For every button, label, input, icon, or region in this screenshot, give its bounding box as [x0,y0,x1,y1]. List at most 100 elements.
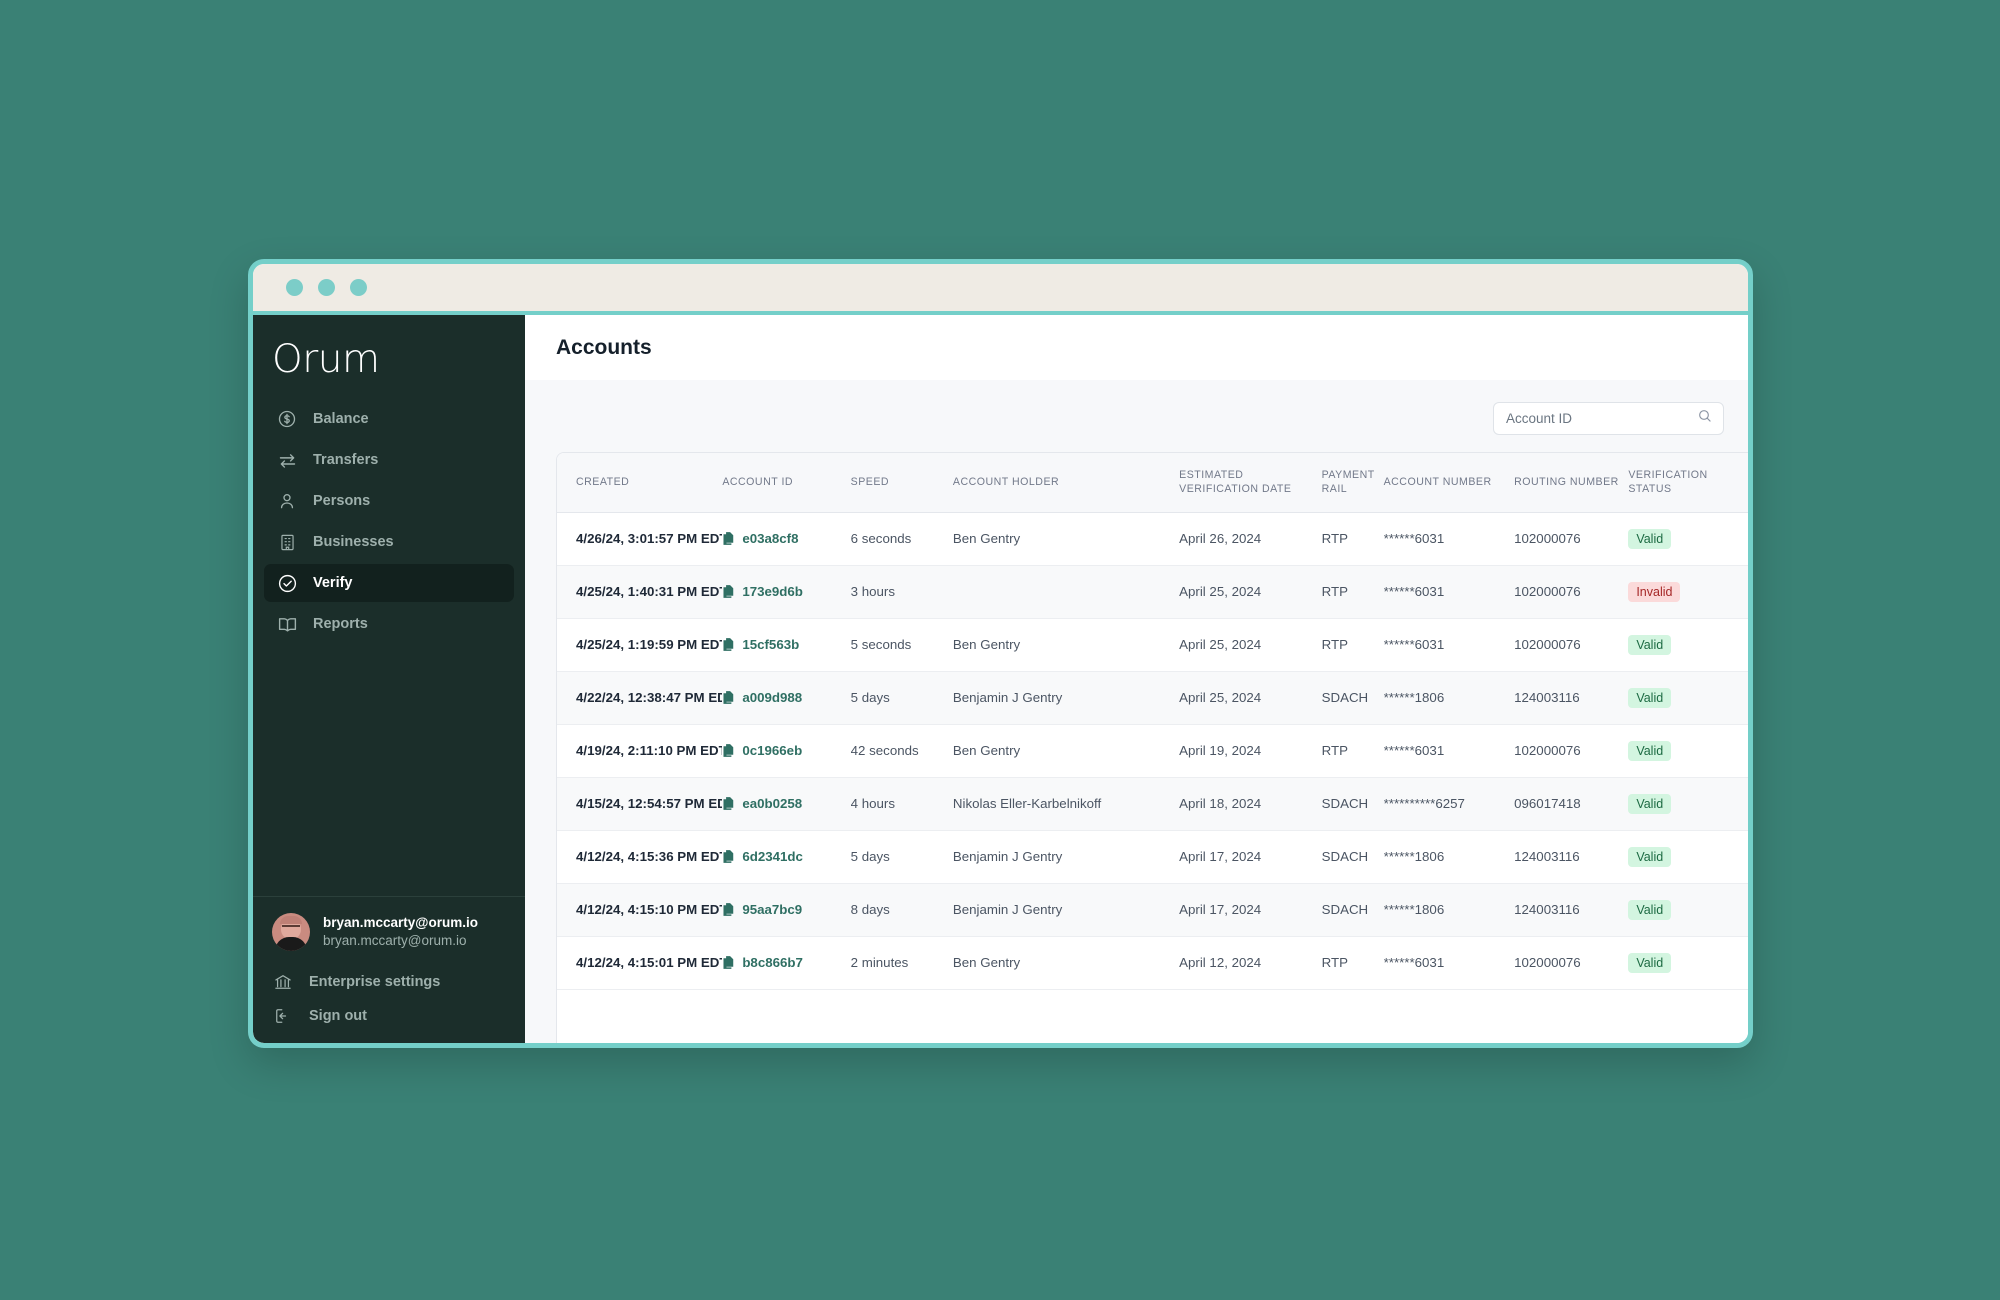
profile-summary[interactable]: bryan.mccarty@orum.io bryan.mccarty@orum… [272,913,509,951]
cell-speed: 6 seconds [850,512,953,566]
sidebar-item-persons[interactable]: Persons [264,482,514,520]
copy-icon[interactable] [722,531,735,546]
window-titlebar [253,264,1748,315]
sidebar-item-verify[interactable]: Verify [264,564,514,602]
column-header-account-id[interactable]: ACCOUNT ID [722,453,851,513]
cell-est-date: April 25, 2024 [1179,671,1322,725]
cell-speed: 5 seconds [850,618,953,672]
cell-est-date: April 18, 2024 [1179,777,1322,831]
avatar [272,913,310,951]
table-row[interactable]: 4/15/24, 12:54:57 PM EDT ea0b0258 4 hours N… [557,777,1748,831]
column-header-account-number[interactable]: ACCOUNT NUMBER [1383,453,1515,513]
column-header-created[interactable]: CREATED [557,453,723,513]
table-row[interactable]: 4/12/24, 4:15:10 PM EDT 95aa7bc9 8 days Ben… [557,883,1748,937]
column-header-routing-number[interactable]: ROUTING NUMBER [1514,453,1629,513]
copy-icon[interactable] [722,584,735,599]
cell-speed: 5 days [850,671,953,725]
sidebar-item-reports[interactable]: Reports [264,605,514,643]
cell-created: 4/12/24, 4:15:36 PM EDT [557,830,723,884]
cell-speed: 3 hours [850,565,953,619]
sign-out-button[interactable]: Sign out [272,999,509,1033]
cell-rail: SDACH [1321,777,1384,831]
account-id-link[interactable]: 0c1966eb [742,743,802,758]
column-header-payment-rail[interactable]: PAYMENT RAIL [1321,453,1384,513]
search-box[interactable] [1493,402,1724,435]
table-row[interactable]: 4/12/24, 4:15:36 PM EDT 6d2341dc 5 days Ben… [557,830,1748,884]
book-icon [276,613,298,635]
account-id-link[interactable]: b8c866b7 [742,955,803,970]
cell-holder: Ben Gentry [952,724,1180,778]
account-id-link[interactable]: a009d988 [742,690,802,705]
cell-status: Valid [1628,512,1748,566]
table-row[interactable]: 4/12/24, 4:15:01 PM EDT b8c866b7 2 minutes… [557,936,1748,990]
sidebar-item-businesses[interactable]: Businesses [264,523,514,561]
cell-created: 4/25/24, 1:40:31 PM EDT [557,565,723,619]
cell-created: 4/12/24, 4:15:10 PM EDT [557,883,723,937]
account-id-link[interactable]: 95aa7bc9 [742,902,802,917]
copy-icon[interactable] [722,902,735,917]
account-id-link[interactable]: 173e9d6b [742,584,803,599]
account-id-link[interactable]: 6d2341dc [742,849,803,864]
table-header-row: CREATED ACCOUNT ID SPEED ACCOUNT HOLDER … [557,453,1748,513]
cell-status: Valid [1628,671,1748,725]
cell-holder: Ben Gentry [952,936,1180,990]
sidebar: Orum Balance Transfers Persons Businesse… [253,315,525,1043]
column-header-speed[interactable]: SPEED [850,453,953,513]
table-toolbar [525,380,1748,452]
cell-status: Valid [1628,830,1748,884]
sidebar-item-balance[interactable]: Balance [264,400,514,438]
maximize-dot[interactable] [350,279,367,296]
minimize-dot[interactable] [318,279,335,296]
cell-status: Valid [1628,883,1748,937]
table-row[interactable]: 4/26/24, 3:01:57 PM EDT e03a8cf8 6 seconds… [557,512,1748,566]
cell-est-date: April 17, 2024 [1179,883,1322,937]
cell-rail: RTP [1321,618,1384,672]
enterprise-settings-button[interactable]: Enterprise settings [272,965,509,999]
cell-rail: RTP [1321,565,1384,619]
copy-icon[interactable] [722,849,735,864]
copy-icon[interactable] [722,637,735,652]
copy-icon[interactable] [722,796,735,811]
cell-rail: RTP [1321,724,1384,778]
cell-account-number: ******6031 [1383,724,1515,778]
column-header-estimated-verification-date[interactable]: ESTIMATED VERIFICATION DATE [1179,453,1322,513]
account-id-link[interactable]: e03a8cf8 [742,531,798,546]
table-row[interactable]: 4/19/24, 2:11:10 PM EDT 0c1966eb 42 second… [557,724,1748,778]
search-icon[interactable] [1697,408,1713,429]
cell-rail: SDACH [1321,830,1384,884]
cell-holder: Ben Gentry [952,512,1180,566]
cell-holder: Benjamin J Gentry [952,671,1180,725]
table-row[interactable]: 4/25/24, 1:19:59 PM EDT 15cf563b 5 seconds… [557,618,1748,672]
table-body: 4/26/24, 3:01:57 PM EDT e03a8cf8 6 seconds… [557,512,1748,990]
cell-rail: SDACH [1321,883,1384,937]
table-row[interactable]: 4/25/24, 1:40:31 PM EDT 173e9d6b 3 hours Ap… [557,565,1748,619]
page-header: Accounts [525,315,1748,380]
copy-icon[interactable] [722,955,735,970]
sidebar-item-label: Balance [313,411,369,427]
copy-icon[interactable] [722,690,735,705]
cell-status: Valid [1628,936,1748,990]
account-id-link[interactable]: 15cf563b [742,637,799,652]
close-dot[interactable] [286,279,303,296]
sidebar-item-label: Persons [313,493,371,509]
search-input[interactable] [1506,411,1697,426]
column-header-verification-status[interactable]: VERIFICATION STATUS [1628,453,1748,513]
copy-icon[interactable] [722,743,735,758]
cell-routing-number: 124003116 [1514,671,1629,725]
cell-speed: 8 days [850,883,953,937]
dollar-circle-icon [276,408,298,430]
sidebar-item-transfers[interactable]: Transfers [264,441,514,479]
accounts-table-container: CREATED ACCOUNT ID SPEED ACCOUNT HOLDER … [556,452,1748,1043]
sidebar-item-label: Transfers [313,452,379,468]
cell-account-id: 173e9d6b [722,565,851,619]
cell-account-number: ******6031 [1383,565,1515,619]
cell-speed: 42 seconds [850,724,953,778]
account-id-link[interactable]: ea0b0258 [742,796,802,811]
cell-routing-number: 102000076 [1514,512,1629,566]
cell-rail: RTP [1321,936,1384,990]
table-row[interactable]: 4/22/24, 12:38:47 PM EDT a009d988 5 days Be… [557,671,1748,725]
cell-speed: 2 minutes [850,936,953,990]
brand-logo: Orum [272,337,380,382]
enterprise-settings-label: Enterprise settings [309,974,441,990]
column-header-account-holder[interactable]: ACCOUNT HOLDER [952,453,1180,513]
